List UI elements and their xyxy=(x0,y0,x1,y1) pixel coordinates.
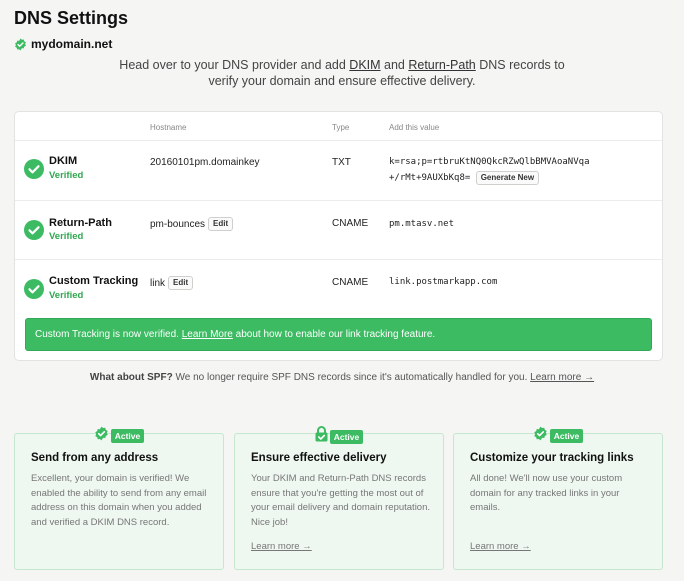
learn-more-link[interactable]: Learn More xyxy=(182,329,233,340)
record-value-line: +/rMt+9AUXbKq8= xyxy=(389,173,471,183)
record-name: DKIM xyxy=(49,155,78,167)
record-status: Verified xyxy=(49,170,84,181)
verified-badge-icon xyxy=(14,38,27,51)
feature-card-send-from-any-address: Active Send from any address Excellent, … xyxy=(14,426,224,570)
divider xyxy=(15,259,662,260)
divider xyxy=(15,200,662,201)
notice-text: Custom Tracking is now verified. xyxy=(35,329,182,340)
record-type: TXT xyxy=(332,157,351,168)
verified-badge-icon xyxy=(94,426,109,446)
tracking-verified-notice: Custom Tracking is now verified. Learn M… xyxy=(25,318,652,351)
learn-more-link[interactable]: Learn more → xyxy=(251,541,312,552)
hostname-text: pm-bounces xyxy=(150,218,206,230)
verified-badge-icon xyxy=(533,426,548,446)
record-status: Verified xyxy=(49,290,84,301)
edit-button[interactable]: Edit xyxy=(208,217,234,231)
spf-learn-more-link[interactable]: Learn more → xyxy=(530,372,594,383)
card-badge-row: Active xyxy=(454,426,662,446)
record-status: Verified xyxy=(49,231,84,242)
intro-text-part: and xyxy=(380,58,409,72)
value-header: Add this value xyxy=(389,123,440,132)
generate-new-button[interactable]: Generate New xyxy=(475,170,540,185)
lock-icon xyxy=(315,426,328,447)
notice-text: about how to enable our link tracking fe… xyxy=(232,329,436,340)
dns-records-panel: Hostname Type Add this value DKIM Verifi… xyxy=(14,111,663,361)
spf-question: What about SPF? xyxy=(89,372,173,383)
edit-button[interactable]: Edit xyxy=(168,276,194,290)
card-badge-row: Active xyxy=(15,426,223,446)
dkim-link[interactable]: DKIM xyxy=(349,58,380,72)
type-header: Type xyxy=(332,123,350,132)
feature-card-customize-tracking-links: Active Customize your tracking links All… xyxy=(453,426,663,570)
record-hostname: 20160101pm.domainkey xyxy=(150,157,260,168)
active-badge: Active xyxy=(549,429,584,443)
record-value: k=rsa;p=rtbruKtNQ0QkcRZwQlbBMVAoaNVqa +/… xyxy=(389,154,589,186)
return-path-link[interactable]: Return-Path xyxy=(408,58,475,72)
card-title: Ensure effective delivery xyxy=(251,452,387,464)
hostname-header: Hostname xyxy=(150,123,187,132)
check-circle-icon xyxy=(24,220,44,245)
check-circle-icon xyxy=(24,159,44,184)
feature-card-ensure-effective-delivery: Active Ensure effective delivery Your DK… xyxy=(234,426,444,570)
spf-text: We no longer require SPF DNS records sin… xyxy=(172,372,531,383)
record-value-line: k=rsa;p=rtbruKtNQ0QkcRZwQlbBMVAoaNVqa xyxy=(389,157,590,167)
active-badge: Active xyxy=(110,429,145,443)
domain-name: mydomain.net xyxy=(31,37,113,51)
card-badge-row: Active xyxy=(235,426,443,447)
record-hostname: pm-bounces Edit xyxy=(150,217,234,231)
record-hostname: link Edit xyxy=(150,276,194,290)
page-title: DNS Settings xyxy=(14,8,129,28)
record-name: Custom Tracking xyxy=(49,275,139,287)
card-title: Customize your tracking links xyxy=(470,452,634,464)
record-value: link.postmarkapp.com xyxy=(389,277,498,287)
record-type: CNAME xyxy=(332,277,369,288)
intro-text-part: DNS records to xyxy=(475,58,565,72)
domain-label: mydomain.net xyxy=(14,37,112,51)
active-badge: Active xyxy=(329,429,364,444)
card-body: Excellent, your domain is verified! We e… xyxy=(31,473,207,528)
check-circle-icon xyxy=(24,279,44,304)
intro-text-part: Head over to your DNS provider and add xyxy=(119,58,350,72)
record-type: CNAME xyxy=(332,218,369,229)
intro-text: Head over to your DNS provider and add D… xyxy=(0,58,684,89)
card-body: All done! We'll now use your custom doma… xyxy=(470,473,623,513)
divider xyxy=(15,140,662,141)
intro-text-line2: verify your domain and ensure effective … xyxy=(208,73,476,88)
record-value: pm.mtasv.net xyxy=(389,219,455,229)
card-title: Send from any address xyxy=(31,452,159,464)
hostname-text: link xyxy=(150,277,166,289)
card-body: Your DKIM and Return-Path DNS records en… xyxy=(251,473,431,528)
hostname-text: 20160101pm.domainkey xyxy=(150,157,260,168)
learn-more-link[interactable]: Learn more → xyxy=(470,541,531,552)
record-name: Return-Path xyxy=(49,217,112,229)
spf-note: What about SPF? We no longer require SPF… xyxy=(0,372,684,383)
